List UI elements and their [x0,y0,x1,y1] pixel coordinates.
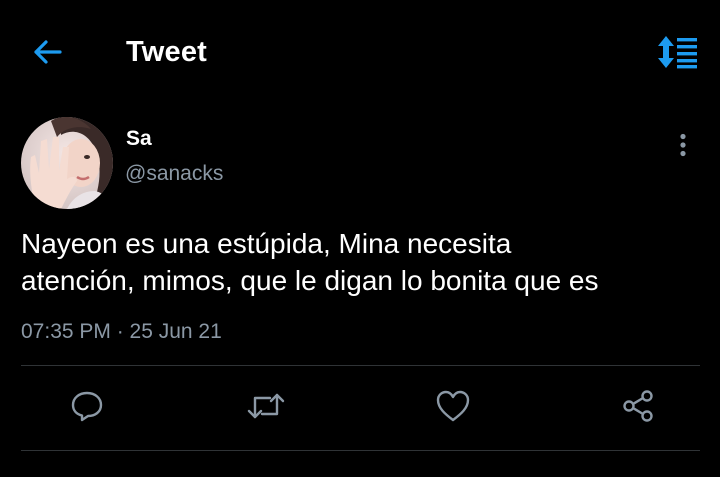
divider [21,365,700,366]
reply-icon [70,389,104,428]
author-name[interactable]: Sa [126,127,152,151]
reply-button[interactable] [67,388,107,428]
retweet-icon [246,389,286,428]
more-options-button[interactable] [666,130,700,164]
arrow-left-icon [33,39,63,70]
share-icon [621,389,655,428]
tweet-text-line: Nayeon es una estúpida, Mina necesita [21,228,512,259]
back-button[interactable] [30,38,66,70]
retweet-button[interactable] [246,388,286,428]
top-bar: Tweet [0,0,720,108]
author-handle[interactable]: @sanacks [125,162,223,186]
like-button[interactable] [433,388,473,428]
tweet-timestamp[interactable]: 07:35 PM · 25 Jun 21 [21,320,222,344]
vertical-ellipsis-icon [679,133,687,162]
divider [21,450,700,451]
tweet-text-line: atención, mimos, que le digan lo bonita … [21,265,599,296]
page-title: Tweet [126,36,208,68]
tweet-text: Nayeon es una estúpida, Mina necesita at… [21,225,701,299]
heart-icon [435,389,471,428]
sort-list-icon [655,35,699,74]
sort-button[interactable] [652,35,702,74]
share-button[interactable] [618,388,658,428]
avatar[interactable] [21,117,113,209]
